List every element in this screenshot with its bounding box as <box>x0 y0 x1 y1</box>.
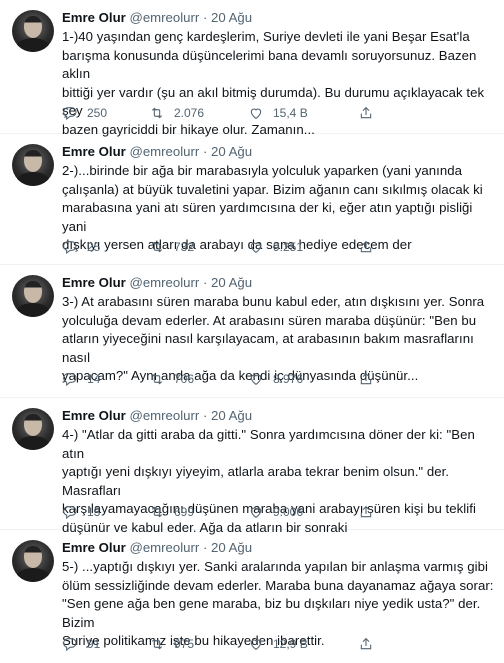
tweet-date[interactable]: 20 Ağu <box>211 540 252 555</box>
reply-count: 91 <box>87 637 101 651</box>
avatar[interactable] <box>12 10 54 52</box>
retweet-icon <box>151 638 163 650</box>
reply-button[interactable]: 25 <box>62 239 149 255</box>
tweet-date[interactable]: 20 Ağu <box>211 275 252 290</box>
tweet[interactable]: Emre Olur @emreolurr · 20 Ağu 3-) At ara… <box>0 265 504 398</box>
retweet-icon <box>151 107 163 119</box>
like-count: 12,9 B <box>273 637 308 651</box>
tweet-header: Emre Olur @emreolurr · 20 Ağu <box>62 274 494 291</box>
retweet-button[interactable]: 2.076 <box>149 105 248 121</box>
author-handle[interactable]: @emreolurr <box>129 540 199 555</box>
reply-count: 14 <box>87 372 101 386</box>
retweet-icon <box>151 506 163 518</box>
reply-button[interactable]: 14 <box>62 371 149 387</box>
like-count: 15,4 B <box>273 106 308 120</box>
tweet-actions: 25 732 9.251 <box>62 239 484 255</box>
retweet-button[interactable]: 699 <box>149 504 248 520</box>
share-button[interactable] <box>358 504 374 520</box>
reply-icon <box>63 638 77 652</box>
tweet-actions: 91 975 12,9 B <box>62 636 484 652</box>
tweet[interactable]: Emre Olur @emreolurr · 20 Ağu 2-)...biri… <box>0 134 504 265</box>
reply-count: 25 <box>87 240 101 254</box>
reply-button[interactable]: 13 <box>62 504 149 520</box>
retweet-button[interactable]: 732 <box>149 239 248 255</box>
reply-icon <box>63 506 77 520</box>
reply-button[interactable]: 91 <box>62 636 149 652</box>
retweet-count: 2.076 <box>174 106 205 120</box>
like-count: 9.006 <box>273 505 304 519</box>
tweet-header: Emre Olur @emreolurr · 20 Ağu <box>62 407 494 424</box>
tweet-actions: 14 706 8.976 <box>62 371 484 387</box>
heart-icon <box>250 108 262 119</box>
tweet-header: Emre Olur @emreolurr · 20 Ağu <box>62 539 494 556</box>
tweet[interactable]: Emre Olur @emreolurr · 20 Ağu 4-) "Atlar… <box>0 398 504 535</box>
avatar[interactable] <box>12 275 54 317</box>
author-handle[interactable]: @emreolurr <box>129 408 199 423</box>
share-button[interactable] <box>358 239 374 255</box>
author-name[interactable]: Emre Olur <box>62 540 126 555</box>
tweet-date[interactable]: 20 Ağu <box>211 10 252 25</box>
like-count: 8.976 <box>273 372 304 386</box>
share-icon <box>360 505 372 518</box>
tweet-header: Emre Olur @emreolurr · 20 Ağu <box>62 143 494 160</box>
tweet-date[interactable]: 20 Ağu <box>211 408 252 423</box>
avatar[interactable] <box>12 408 54 450</box>
separator: · <box>202 408 208 423</box>
share-button[interactable] <box>358 105 374 121</box>
author-handle[interactable]: @emreolurr <box>129 144 199 159</box>
reply-count: 250 <box>87 106 108 120</box>
like-button[interactable]: 12,9 B <box>248 636 358 652</box>
share-button[interactable] <box>358 636 374 652</box>
heart-icon <box>250 507 262 518</box>
retweet-icon <box>151 241 163 253</box>
share-icon <box>360 106 372 119</box>
heart-icon <box>250 374 262 385</box>
separator: · <box>202 275 208 290</box>
heart-icon <box>250 639 262 650</box>
reply-icon <box>63 107 77 121</box>
author-name[interactable]: Emre Olur <box>62 408 126 423</box>
author-handle[interactable]: @emreolurr <box>129 10 199 25</box>
like-button[interactable]: 15,4 B <box>248 105 358 121</box>
heart-icon <box>250 242 262 253</box>
share-icon <box>360 372 372 385</box>
author-name[interactable]: Emre Olur <box>62 10 126 25</box>
tweet[interactable]: Emre Olur @emreolurr · 20 Ağu 1-)40 yaşı… <box>0 0 504 137</box>
like-button[interactable]: 8.976 <box>248 371 358 387</box>
like-button[interactable]: 9.006 <box>248 504 358 520</box>
author-name[interactable]: Emre Olur <box>62 275 126 290</box>
retweet-button[interactable]: 975 <box>149 636 248 652</box>
share-button[interactable] <box>358 371 374 387</box>
avatar[interactable] <box>12 144 54 186</box>
avatar[interactable] <box>12 540 54 582</box>
tweet-thread: Emre Olur @emreolurr · 20 Ağu 1-)40 yaşı… <box>0 0 504 663</box>
tweet-text: 4-) "Atlar da gitti araba da gitti." Son… <box>62 427 476 535</box>
reply-icon <box>63 241 77 255</box>
separator: · <box>202 10 208 25</box>
retweet-count: 732 <box>174 240 195 254</box>
retweet-count: 706 <box>174 372 195 386</box>
retweet-count: 975 <box>174 637 195 651</box>
reply-icon <box>63 373 77 387</box>
share-icon <box>360 240 372 253</box>
tweet-actions: 13 699 9.006 <box>62 504 484 520</box>
share-icon <box>360 637 372 650</box>
like-count: 9.251 <box>273 240 304 254</box>
tweet-date[interactable]: 20 Ağu <box>211 144 252 159</box>
tweet-header: Emre Olur @emreolurr · 20 Ağu <box>62 9 494 26</box>
retweet-button[interactable]: 706 <box>149 371 248 387</box>
retweet-count: 699 <box>174 505 195 519</box>
author-name[interactable]: Emre Olur <box>62 144 126 159</box>
author-handle[interactable]: @emreolurr <box>129 275 199 290</box>
like-button[interactable]: 9.251 <box>248 239 358 255</box>
separator: · <box>202 144 208 159</box>
reply-count: 13 <box>87 505 101 519</box>
tweet[interactable]: Emre Olur @emreolurr · 20 Ağu 5-) ...yap… <box>0 530 504 663</box>
tweet-actions: 250 2.076 15,4 B <box>62 105 484 121</box>
reply-button[interactable]: 250 <box>62 105 149 121</box>
separator: · <box>202 540 208 555</box>
retweet-icon <box>151 373 163 385</box>
tweet-text: 1-)40 yaşından genç kardeşlerim, Suriye … <box>62 29 485 137</box>
